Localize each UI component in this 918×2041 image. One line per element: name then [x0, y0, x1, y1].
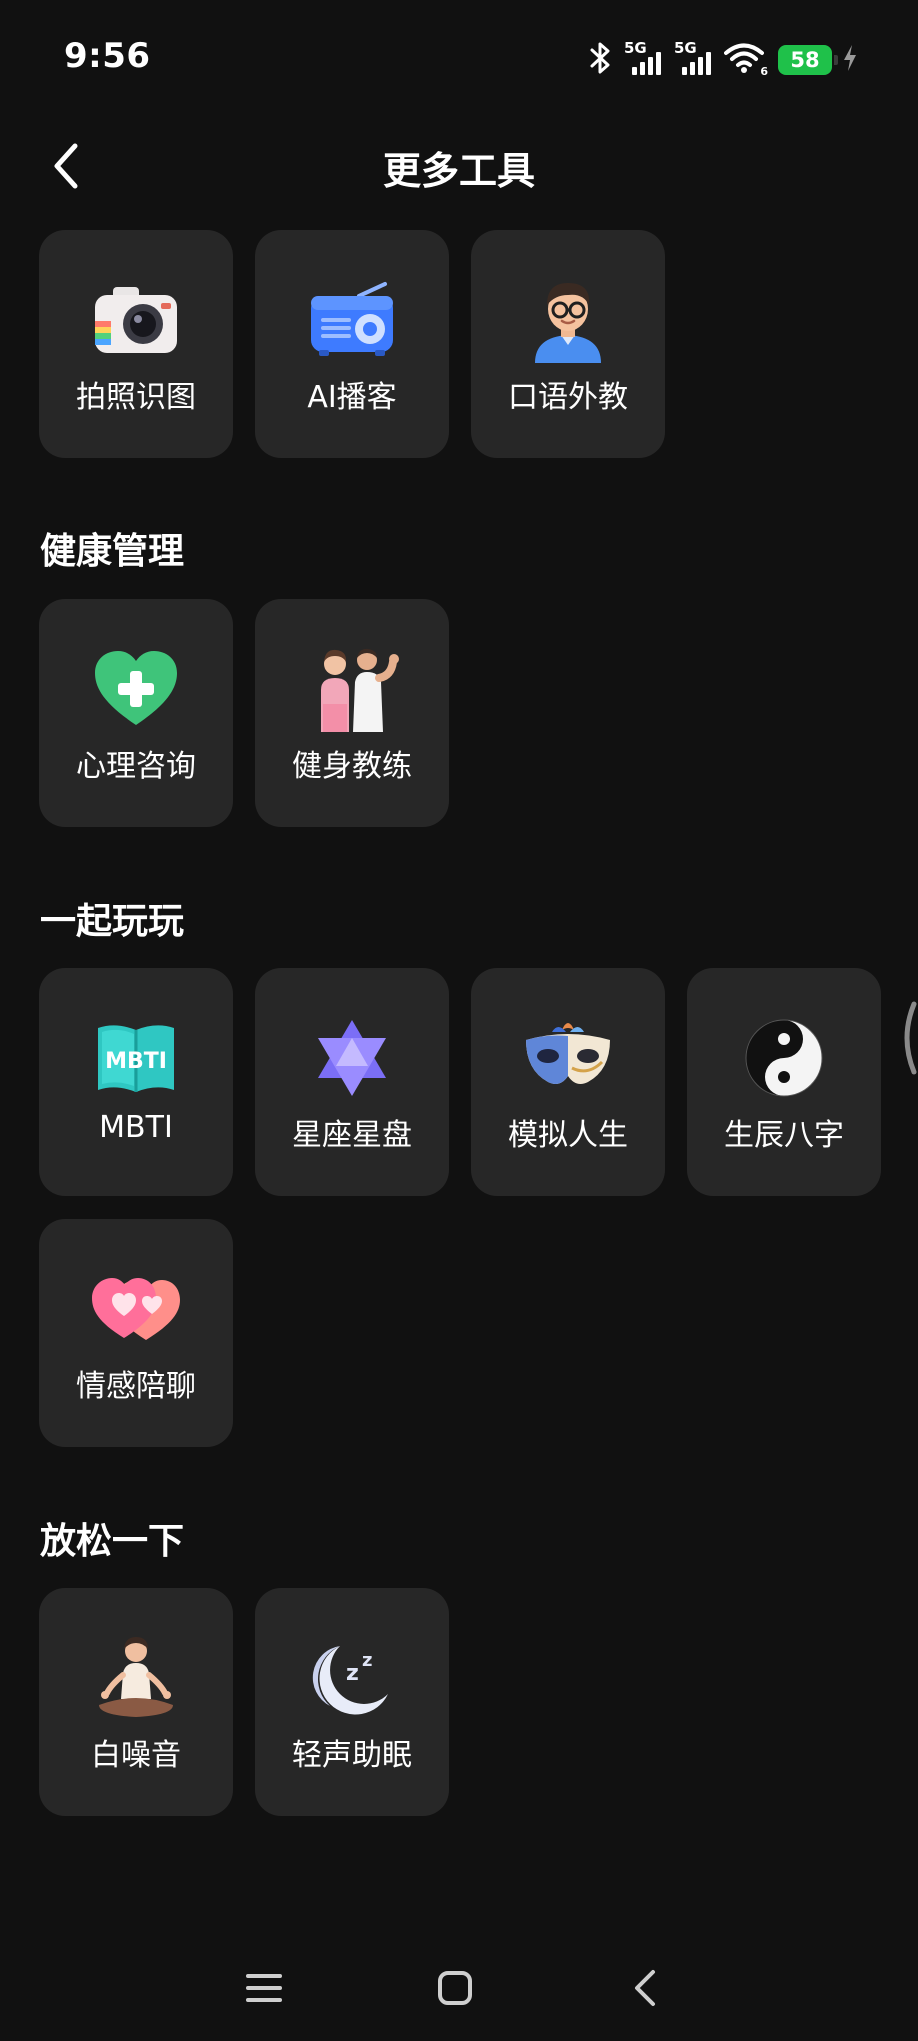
battery-icon: 58	[778, 45, 838, 75]
double-heart-icon	[86, 1259, 186, 1359]
tool-life-simulation[interactable]: 模拟人生	[471, 968, 665, 1196]
tool-ai-podcast[interactable]: AI播客	[255, 230, 449, 458]
section-title-health: 健康管理	[40, 531, 185, 572]
tool-label: 健身教练	[292, 749, 412, 784]
tutor-avatar-icon	[518, 270, 618, 370]
tool-label: 模拟人生	[508, 1118, 628, 1153]
tool-oral-tutor[interactable]: 口语外教	[471, 230, 665, 458]
tool-bazi[interactable]: 生辰八字	[687, 968, 881, 1196]
tool-label: AI播客	[307, 380, 397, 415]
tool-label: 心理咨询	[76, 749, 196, 784]
hexagram-star-icon	[302, 1008, 402, 1108]
fitness-couple-icon	[302, 639, 402, 739]
charging-icon	[842, 44, 858, 76]
tool-psych-consult[interactable]: 心理咨询	[39, 599, 233, 827]
tool-label: 轻声助眠	[292, 1738, 412, 1773]
tool-label: 生辰八字	[724, 1118, 844, 1153]
system-back-button[interactable]	[615, 1958, 675, 2018]
tool-label: 口语外教	[508, 380, 628, 415]
tool-fitness-coach[interactable]: 健身教练	[255, 599, 449, 827]
tool-label: 星座星盘	[292, 1118, 412, 1153]
svg-text:z: z	[362, 1650, 372, 1671]
mbti-book-icon: MBTI	[86, 1008, 186, 1108]
back-icon	[635, 1970, 655, 2006]
moon-sleep-icon: z z	[302, 1628, 402, 1728]
meditation-icon	[86, 1628, 186, 1728]
home-icon	[438, 1971, 472, 2005]
svg-text:z: z	[346, 1661, 359, 1686]
status-bar: 9:56 5G 5G 6 58	[0, 0, 918, 118]
mbti-icon-text: MBTI	[105, 1049, 167, 1074]
tool-sleep-aid[interactable]: z z 轻声助眠	[255, 1588, 449, 1816]
top-bar: 更多工具	[0, 130, 918, 200]
signal-icon: 5G	[674, 41, 714, 79]
section-title-play: 一起玩玩	[40, 901, 185, 942]
tool-label: 情感陪聊	[76, 1369, 196, 1404]
tool-camera-recognition[interactable]: 拍照识图	[39, 230, 233, 458]
tool-emotional-chat[interactable]: 情感陪聊	[39, 1219, 233, 1447]
menu-icon	[246, 1974, 282, 2002]
tool-mbti[interactable]: MBTI MBTI	[39, 968, 233, 1196]
tool-white-noise[interactable]: 白噪音	[39, 1588, 233, 1816]
home-button[interactable]	[425, 1958, 485, 2018]
signal-icon: 5G	[624, 41, 664, 79]
menu-button[interactable]	[234, 1958, 294, 2018]
tool-label: 拍照识图	[76, 380, 196, 415]
yin-yang-icon	[734, 1008, 834, 1108]
tool-label: 白噪音	[91, 1738, 181, 1773]
radio-icon	[302, 270, 402, 370]
tool-horoscope[interactable]: 星座星盘	[255, 968, 449, 1196]
tool-label: MBTI	[99, 1110, 173, 1145]
status-time: 9:56	[64, 36, 151, 76]
wifi-badge: 6	[760, 65, 768, 78]
wifi-icon: 6	[724, 42, 768, 78]
bluetooth-icon	[588, 41, 614, 79]
section-title-relax: 放松一下	[40, 1521, 185, 1562]
camera-icon	[86, 270, 186, 370]
system-nav-bar	[0, 1940, 918, 2030]
status-icons: 5G 5G 6 58	[588, 38, 858, 82]
battery-level: 58	[790, 48, 820, 72]
edge-scroll-indicator	[896, 1000, 918, 1076]
masquerade-mask-icon	[518, 1008, 618, 1108]
page-title: 更多工具	[382, 149, 535, 193]
heart-plus-icon	[86, 639, 186, 739]
